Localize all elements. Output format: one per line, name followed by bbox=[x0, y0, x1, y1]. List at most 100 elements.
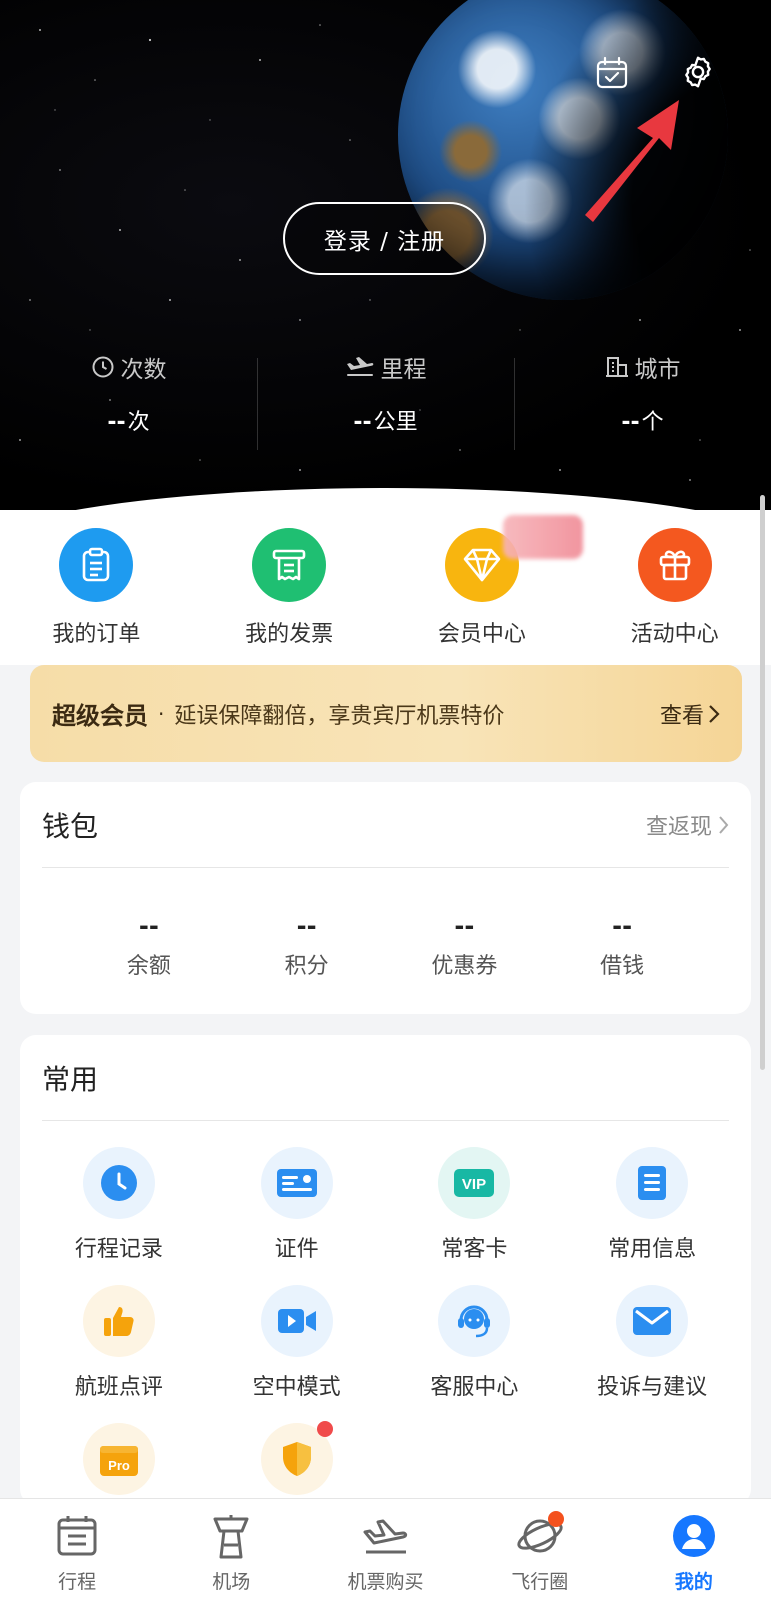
travel-stats: 次数 --次 里程 --公里 城市 --个 bbox=[0, 350, 771, 460]
document-icon bbox=[616, 1147, 689, 1219]
stat-cities: 城市 --个 bbox=[514, 350, 771, 460]
bottom-tab-bar: 行程 机场 机票购买 飞行圈 我的 bbox=[0, 1498, 771, 1600]
tool-label: 行程记录 bbox=[74, 1237, 163, 1262]
wallet-title: 钱包 bbox=[42, 809, 99, 843]
activity-center-button[interactable]: 活动中心 bbox=[578, 510, 771, 665]
tool-label: 客服中心 bbox=[430, 1375, 519, 1400]
cashback-label: 查返现 bbox=[645, 814, 712, 840]
flight-review-button[interactable]: 航班点评 bbox=[30, 1285, 208, 1401]
wallet-card: 钱包 查返现 -- 余额 -- 积分 -- 优惠券 -- 借钱 bbox=[20, 782, 751, 1014]
wallet-value: -- bbox=[612, 912, 633, 940]
tab-itinerary[interactable]: 行程 bbox=[0, 1499, 154, 1600]
quick-entries: 我的订单 我的发票 会员中心 活动中心 bbox=[0, 510, 771, 665]
stat-label: 次数 bbox=[120, 357, 167, 383]
in-flight-mode-button[interactable]: 空中模式 bbox=[208, 1285, 386, 1401]
tool-label: 证件 bbox=[274, 1237, 319, 1262]
profile-icon bbox=[668, 1511, 720, 1561]
tab-airport[interactable]: 机场 bbox=[154, 1499, 308, 1600]
wallet-label: 借钱 bbox=[600, 954, 645, 979]
settings-gear-icon[interactable] bbox=[680, 54, 716, 90]
wallet-value: -- bbox=[296, 912, 317, 940]
planet-icon bbox=[514, 1511, 566, 1561]
stat-label: 城市 bbox=[634, 357, 681, 383]
frequent-flyer-card-button[interactable]: VIP 常客卡 bbox=[386, 1147, 564, 1263]
tab-ticket-purchase[interactable]: 机票购买 bbox=[308, 1499, 462, 1600]
common-tools-card: 常用 行程记录 证件 VIP 常客卡 常用信息 航班点评 空中模式 客服中心 投… bbox=[20, 1035, 751, 1505]
plane-landing-icon bbox=[346, 357, 373, 376]
stat-value: -- bbox=[107, 410, 126, 435]
tool-label: 航班点评 bbox=[74, 1375, 163, 1400]
tool-label: 常用信息 bbox=[608, 1237, 697, 1262]
vip-separator: · bbox=[158, 701, 165, 726]
quick-label: 会员中心 bbox=[437, 622, 526, 647]
common-title: 常用 bbox=[42, 1062, 99, 1096]
tool-label: 空中模式 bbox=[252, 1375, 341, 1400]
airport-tower-icon bbox=[205, 1511, 257, 1561]
my-orders-button[interactable]: 我的订单 bbox=[0, 510, 193, 665]
thumbs-up-icon bbox=[82, 1285, 155, 1357]
wallet-loan[interactable]: -- 借钱 bbox=[543, 912, 701, 980]
super-vip-banner[interactable]: 超级会员 · 延误保障翻倍，享贵宾厅机票特价 查看 bbox=[30, 665, 742, 762]
stat-value: -- bbox=[353, 410, 372, 435]
building-icon bbox=[605, 357, 628, 377]
id-card-icon bbox=[260, 1147, 333, 1219]
stat-unit: 个 bbox=[641, 410, 664, 435]
vip-link-label: 查看 bbox=[659, 703, 704, 729]
complaints-feedback-button[interactable]: 投诉与建议 bbox=[563, 1285, 741, 1401]
vip-view-link[interactable]: 查看 bbox=[660, 698, 720, 730]
wallet-label: 优惠券 bbox=[431, 954, 498, 979]
vip-card-text: VIP bbox=[462, 1176, 486, 1193]
pro-box-icon: Pro bbox=[82, 1423, 155, 1495]
pro-text: Pro bbox=[108, 1458, 130, 1473]
vip-card-icon: VIP bbox=[438, 1147, 511, 1219]
tab-profile[interactable]: 我的 bbox=[617, 1499, 771, 1600]
stat-trips: 次数 --次 bbox=[0, 350, 257, 460]
scrollbar[interactable] bbox=[760, 495, 765, 1070]
chevron-right-icon bbox=[709, 704, 720, 723]
stat-mileage: 里程 --公里 bbox=[257, 350, 514, 460]
tab-label: 机票购买 bbox=[347, 1571, 424, 1593]
wallet-points[interactable]: -- 积分 bbox=[228, 912, 386, 980]
tab-label: 机场 bbox=[212, 1571, 251, 1593]
clock-icon bbox=[92, 356, 113, 378]
video-icon bbox=[260, 1285, 333, 1357]
wallet-balance[interactable]: -- 余额 bbox=[70, 912, 228, 980]
calendar-check-icon[interactable] bbox=[594, 55, 630, 91]
clock-icon bbox=[82, 1147, 155, 1219]
pro-tool-button[interactable]: Pro bbox=[30, 1423, 208, 1495]
documents-button[interactable]: 证件 bbox=[208, 1147, 386, 1263]
wallet-value: -- bbox=[454, 912, 475, 940]
receipt-icon bbox=[252, 528, 327, 602]
vip-title: 超级会员 bbox=[52, 702, 148, 730]
stat-unit: 次 bbox=[127, 410, 150, 435]
trip-records-button[interactable]: 行程记录 bbox=[30, 1147, 208, 1263]
tool-label: 投诉与建议 bbox=[597, 1375, 708, 1400]
notification-dot bbox=[547, 1511, 564, 1527]
tab-flight-circle[interactable]: 飞行圈 bbox=[463, 1499, 617, 1600]
itinerary-icon bbox=[51, 1511, 103, 1561]
stat-value: -- bbox=[621, 410, 640, 435]
shield-icon bbox=[260, 1421, 333, 1495]
quick-label: 我的订单 bbox=[52, 622, 141, 647]
chevron-right-icon bbox=[719, 815, 729, 834]
wallet-coupons[interactable]: -- 优惠券 bbox=[386, 912, 544, 980]
my-invoices-button[interactable]: 我的发票 bbox=[193, 510, 386, 665]
tab-label: 飞行圈 bbox=[511, 1571, 569, 1593]
common-info-button[interactable]: 常用信息 bbox=[563, 1147, 741, 1263]
security-button[interactable] bbox=[208, 1421, 386, 1495]
wallet-value: -- bbox=[138, 912, 159, 940]
tab-label: 我的 bbox=[674, 1571, 713, 1593]
gift-icon bbox=[637, 528, 712, 602]
customer-service-button[interactable]: 客服中心 bbox=[386, 1285, 564, 1401]
stat-unit: 公里 bbox=[373, 410, 418, 435]
wallet-label: 余额 bbox=[126, 954, 171, 979]
mail-icon bbox=[616, 1285, 689, 1357]
vip-description: 延误保障翻倍，享贵宾厅机票特价 bbox=[174, 703, 505, 729]
headset-icon bbox=[438, 1285, 511, 1357]
notification-dot bbox=[316, 1421, 333, 1437]
login-register-button[interactable]: 登录 / 注册 bbox=[283, 202, 486, 275]
cashback-link[interactable]: 查返现 bbox=[646, 809, 729, 841]
stat-label: 里程 bbox=[380, 357, 427, 383]
annotation-arrow bbox=[585, 100, 679, 222]
clipboard-icon bbox=[59, 528, 134, 602]
